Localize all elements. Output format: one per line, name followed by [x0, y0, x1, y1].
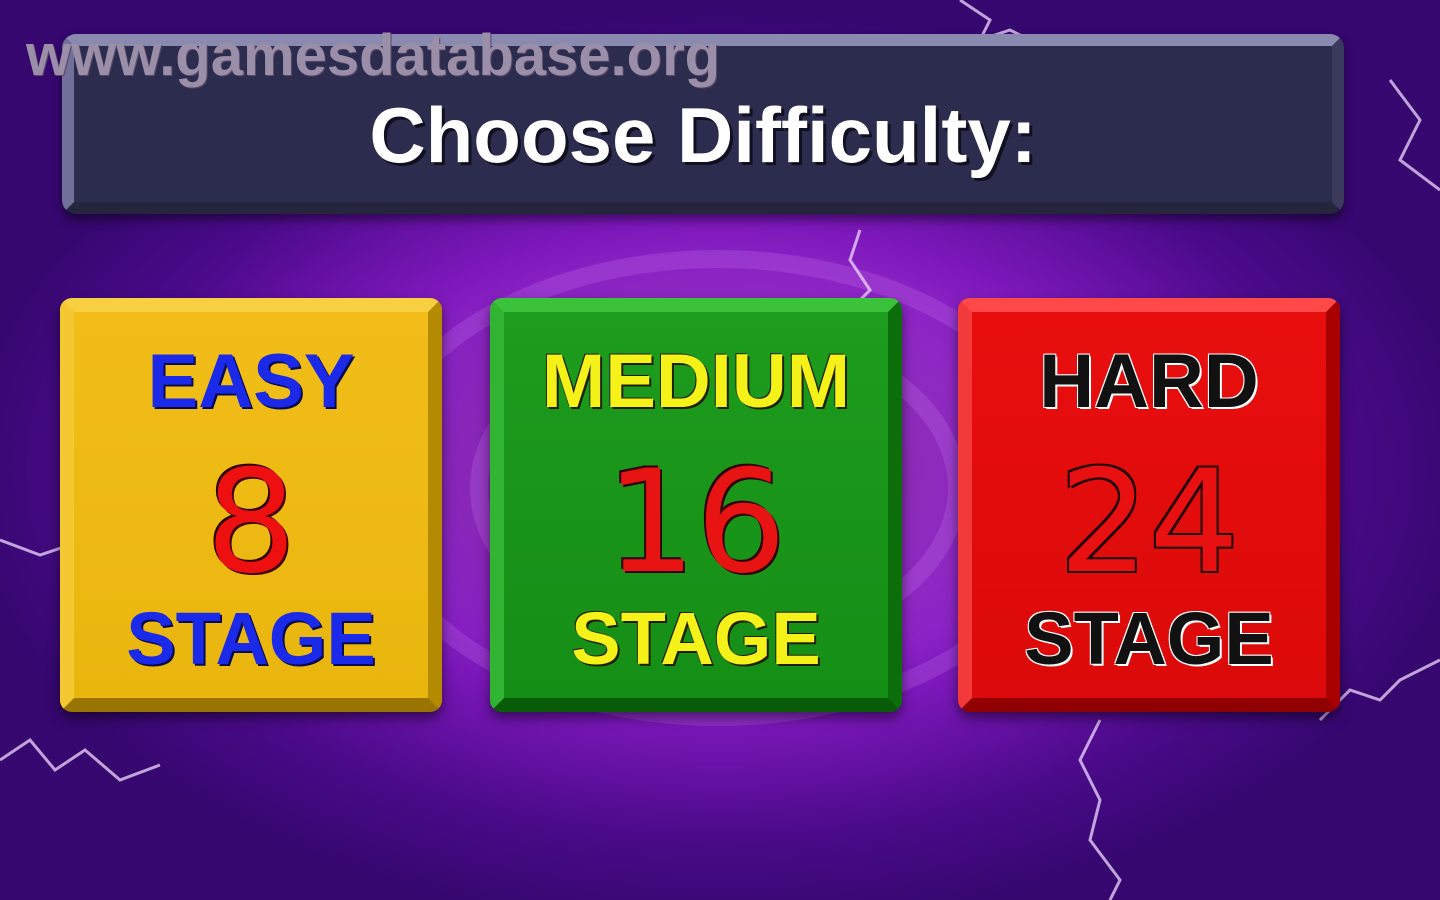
- watermark-text: www.gamesdatabase.org: [26, 23, 721, 88]
- stage-count: 16: [605, 440, 787, 605]
- stage-label: STAGE: [571, 597, 821, 680]
- medium-difficulty-button[interactable]: MEDIUM 16 STAGE: [490, 298, 902, 712]
- stage-count: 8: [205, 440, 297, 605]
- stage-count: 24: [1058, 440, 1240, 605]
- difficulty-label: HARD: [1039, 339, 1259, 424]
- easy-difficulty-button[interactable]: EASY 8 STAGE: [60, 298, 442, 712]
- stage-label: STAGE: [1024, 597, 1274, 680]
- stage-label: STAGE: [126, 597, 376, 680]
- page-title: Choose Difficulty:: [369, 91, 1037, 179]
- difficulty-label: MEDIUM: [541, 339, 851, 424]
- hard-difficulty-button[interactable]: HARD 24 STAGE: [958, 298, 1340, 712]
- difficulty-label: EASY: [147, 339, 355, 424]
